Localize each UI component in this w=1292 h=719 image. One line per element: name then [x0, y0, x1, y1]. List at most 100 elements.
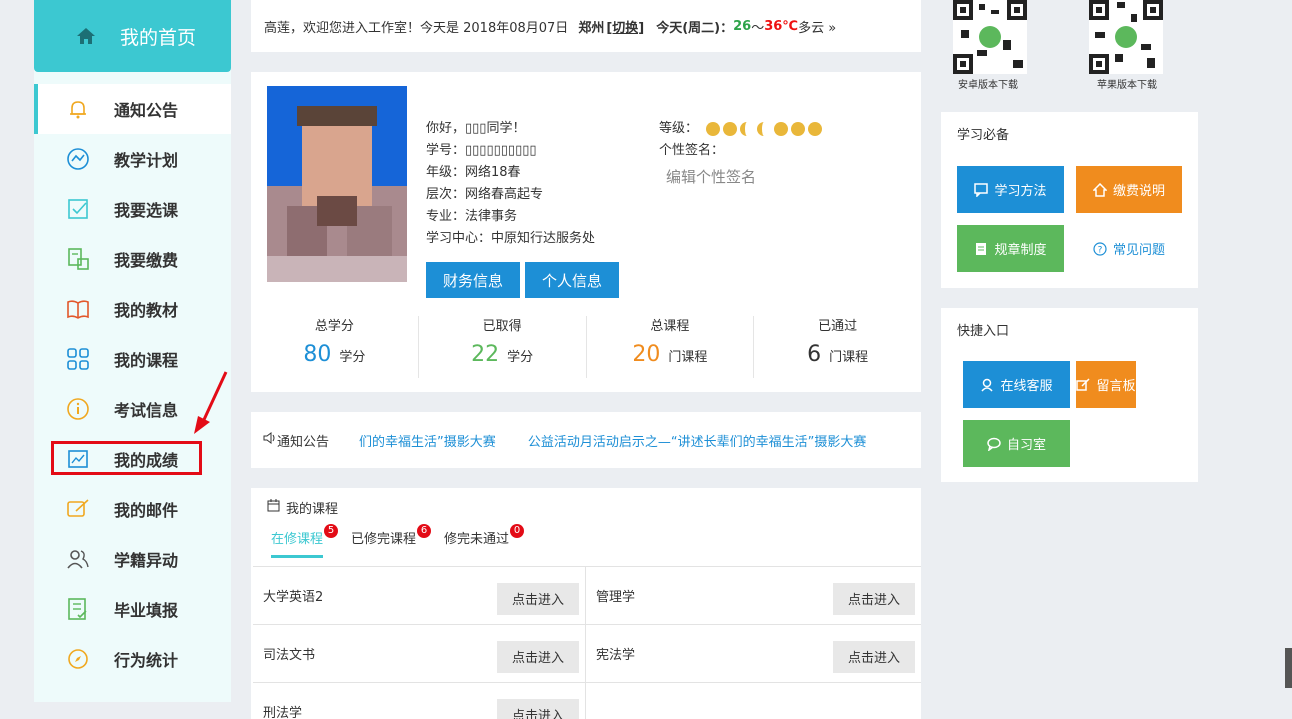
course-tab[interactable]: 已修完课程 6 [351, 524, 432, 558]
info-icon [66, 397, 90, 421]
sidebar-item-label: 毕业填报 [114, 601, 179, 620]
chat-icon [974, 182, 989, 197]
study-room-button[interactable]: 自习室 [963, 420, 1070, 467]
sidebar-item[interactable]: 教学计划 [34, 134, 231, 184]
courses-title: 我的课程 [286, 502, 339, 517]
level-text: 层次：网络春高起专 [426, 187, 544, 202]
stat-unit: 门课程 [668, 350, 708, 365]
qr-downloads: 安卓版本下载 苹果版本下载 [941, 0, 1198, 92]
sidebar-item-label: 我的教材 [114, 301, 179, 320]
course-name: 司法文书 [263, 648, 316, 663]
quick-access-title: 快捷入口 [957, 324, 1010, 339]
city-name: 郑州 [578, 20, 605, 36]
count-badge: 6 [417, 524, 432, 538]
sidebar-item[interactable]: 我要缴费 [34, 234, 231, 284]
sidebar-item-label: 考试信息 [114, 401, 179, 420]
course-tabs: 在修课程 5 已修完课程 6 修完未通过 0 [271, 524, 525, 558]
course-tab[interactable]: 在修课程 5 [271, 524, 339, 558]
notice-label: 通知公告 [277, 434, 330, 450]
sidebar-item-label: 我的邮件 [114, 501, 179, 520]
android-qr-icon[interactable] [953, 0, 1027, 74]
scrollbar-thumb[interactable] [1285, 648, 1292, 688]
payment-icon [66, 247, 90, 271]
stat-unit: 学分 [339, 350, 366, 365]
study-method-button[interactable]: 学习方法 [957, 166, 1064, 213]
home-button[interactable]: 我的首页 [34, 0, 231, 72]
enter-course-button[interactable]: 点击进入 [832, 640, 915, 673]
course-cell: 管理学 点击进入 [586, 566, 921, 624]
message-board-label: 留言板 [1096, 379, 1136, 394]
enter-course-button[interactable]: 点击进入 [496, 698, 579, 719]
rules-button[interactable]: 规章制度 [957, 225, 1064, 272]
sidebar-item[interactable]: 我的教材 [34, 284, 231, 334]
sidebar-item[interactable]: 学籍异动 [34, 534, 231, 584]
stat-unit: 门课程 [829, 350, 869, 365]
finance-info-button[interactable]: 财务信息 [426, 262, 521, 298]
sidebar-item[interactable]: 行为统计 [34, 634, 231, 684]
notice-link[interactable]: 们的幸福生活”摄影大赛 [359, 435, 496, 450]
study-essentials-title: 学习必备 [957, 128, 1010, 143]
weather-text[interactable]: 多云 » [798, 17, 836, 36]
online-service-label: 在线客服 [1000, 379, 1053, 394]
grade-text: 年级：网络18春 [426, 165, 521, 180]
stat-label: 总课程 [650, 319, 690, 334]
course-cell [586, 682, 921, 719]
sidebar-item-label: 学籍异动 [114, 551, 179, 570]
city-switch-link[interactable]: [切换] [606, 17, 644, 36]
message-board-button[interactable]: 留言板 [1076, 361, 1136, 408]
sidebar-item-label: 教学计划 [114, 151, 179, 170]
sidebar-item-label: 我要缴费 [114, 251, 179, 270]
calendar-icon [267, 499, 280, 516]
sidebar-item[interactable]: 毕业填报 [34, 584, 231, 634]
online-service-button[interactable]: 在线客服 [963, 361, 1070, 408]
stat-label: 已通过 [818, 319, 858, 334]
major-text: 专业：法律事务 [426, 209, 518, 224]
signature-edit[interactable]: 编辑个性签名 [659, 166, 822, 188]
question-icon: ? [1093, 241, 1107, 256]
speech-bubble-icon [987, 437, 1001, 451]
temp-sep: ～ [751, 20, 765, 36]
sidebar-item[interactable]: 通知公告 [34, 84, 231, 134]
ios-qr-icon[interactable] [1089, 0, 1163, 74]
course-name: 宪法学 [596, 648, 636, 663]
sidebar-item[interactable]: 我要选课 [34, 184, 231, 234]
stat-block: 总学分 80 学分 [251, 316, 419, 378]
home-icon [76, 26, 96, 46]
enter-course-button[interactable]: 点击进入 [496, 640, 579, 673]
temp-high: 36℃ [764, 18, 799, 34]
stat-value: 6 [807, 342, 822, 367]
course-tab[interactable]: 修完未通过 0 [444, 524, 525, 558]
enter-course-button[interactable]: 点击进入 [832, 582, 915, 615]
weather-prefix: 今天(周二)： [656, 20, 734, 36]
stat-value-row: 20 门课程 [587, 342, 754, 367]
study-room-label: 自习室 [1006, 438, 1046, 453]
notice-link[interactable]: 公益活动月活动启示之—“讲述长辈们的幸福生活”摄影大赛 [528, 435, 866, 450]
house-icon [1092, 182, 1107, 197]
svg-text:?: ? [1098, 245, 1103, 255]
signature-label: 个性签名： [659, 143, 725, 158]
sidebar-item-label: 我要选课 [114, 201, 179, 220]
course-tab-label: 修完未通过 [444, 532, 510, 547]
fee-info-button[interactable]: 缴费说明 [1076, 166, 1182, 213]
faq-link[interactable]: ? 常见问题 [1076, 225, 1182, 272]
personal-info-button[interactable]: 个人信息 [525, 262, 620, 298]
stat-label: 总学分 [314, 319, 354, 334]
sidebar-item[interactable]: 我的邮件 [34, 484, 231, 534]
rank-row: 等级： [659, 118, 823, 140]
stat-value-row: 80 学分 [251, 342, 418, 367]
avatar [267, 86, 407, 282]
checkbox-icon [66, 197, 90, 221]
stat-value-row: 6 门课程 [754, 342, 921, 367]
book-icon [66, 297, 90, 321]
enter-course-button[interactable]: 点击进入 [496, 582, 579, 615]
document-icon [974, 242, 988, 256]
course-name: 大学英语2 [263, 590, 324, 605]
notice-marquee: 们的幸福生活”摄影大赛 公益活动月活动启示之—“讲述长辈们的幸福生活”摄影大赛 [359, 431, 899, 450]
stat-value-row: 22 学分 [419, 342, 586, 367]
course-cell: 大学英语2 点击进入 [253, 566, 586, 624]
profile-extra: 等级： 个性签名： 编辑个性签名 [659, 118, 823, 188]
course-cell: 刑法学 点击进入 [253, 682, 586, 719]
stat-value: 22 [471, 342, 500, 367]
stat-block: 已取得 22 学分 [419, 316, 587, 378]
edit-icon [1076, 377, 1091, 392]
